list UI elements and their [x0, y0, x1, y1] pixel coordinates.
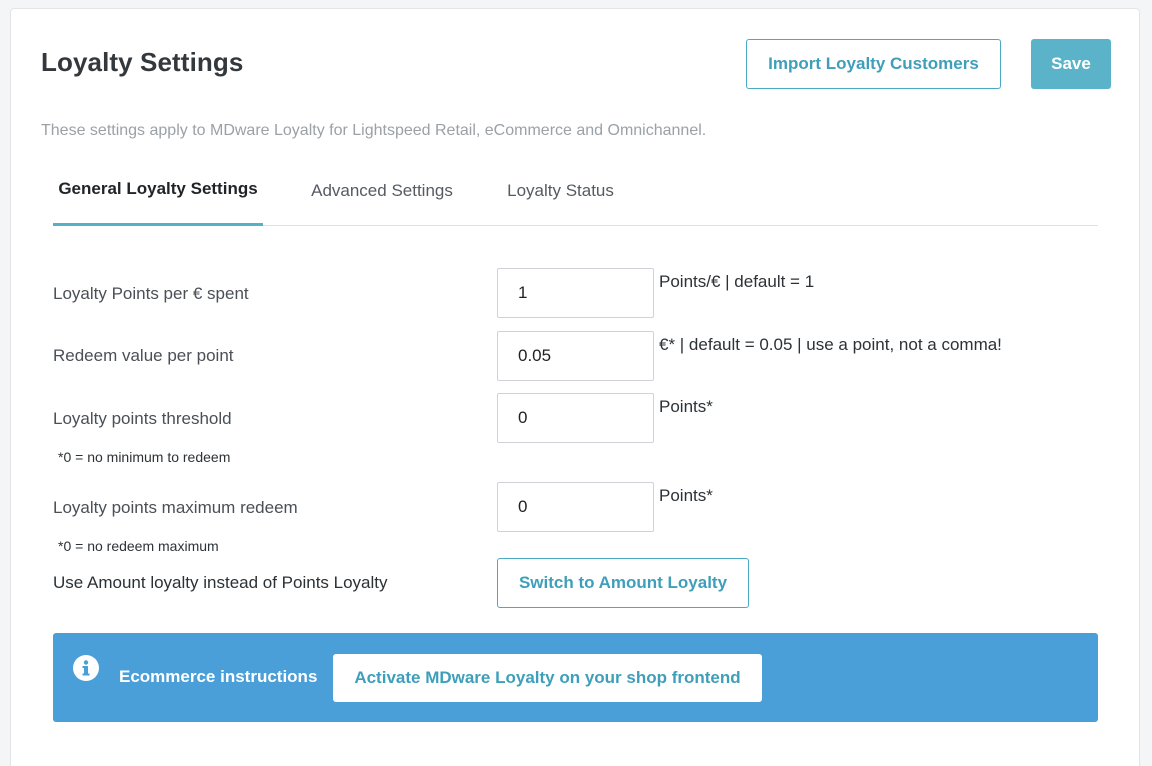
- ecommerce-instructions-banner: Ecommerce instructions Activate MDware L…: [53, 633, 1098, 722]
- points-per-euro-label: Loyalty Points per € spent: [53, 284, 249, 303]
- import-loyalty-customers-button[interactable]: Import Loyalty Customers: [746, 39, 1001, 89]
- redeem-value-hint: €* | default = 0.05 | use a point, not a…: [659, 335, 1002, 354]
- settings-card: Loyalty Settings Import Loyalty Customer…: [10, 8, 1140, 766]
- redeem-value-input[interactable]: [497, 331, 654, 381]
- activate-loyalty-frontend-button[interactable]: Activate MDware Loyalty on your shop fro…: [333, 654, 762, 702]
- points-per-euro-hint: Points/€ | default = 1: [659, 272, 815, 291]
- max-redeem-hint: Points*: [659, 486, 713, 505]
- points-threshold-hint: Points*: [659, 397, 713, 416]
- max-redeem-label: Loyalty points maximum redeem: [53, 498, 298, 517]
- tab-loyalty-status[interactable]: Loyalty Status: [498, 169, 623, 226]
- points-threshold-note: *0 = no minimum to redeem: [58, 449, 231, 465]
- points-threshold-label: Loyalty points threshold: [53, 409, 232, 428]
- max-redeem-input[interactable]: [497, 482, 654, 532]
- points-per-euro-input[interactable]: [497, 268, 654, 318]
- tab-general-loyalty-settings[interactable]: General Loyalty Settings: [53, 169, 263, 226]
- tab-bar: General Loyalty Settings Advanced Settin…: [53, 169, 1098, 226]
- switch-to-amount-loyalty-button[interactable]: Switch to Amount Loyalty: [497, 558, 749, 608]
- page-subtitle: These settings apply to MDware Loyalty f…: [41, 122, 707, 139]
- redeem-value-label: Redeem value per point: [53, 346, 234, 365]
- ecommerce-instructions-label: Ecommerce instructions: [119, 667, 318, 686]
- points-threshold-input[interactable]: [497, 393, 654, 443]
- save-button[interactable]: Save: [1031, 39, 1111, 89]
- amount-loyalty-label: Use Amount loyalty instead of Points Loy…: [53, 573, 388, 592]
- page-title: Loyalty Settings: [41, 47, 244, 77]
- max-redeem-note: *0 = no redeem maximum: [58, 538, 219, 554]
- info-icon: [73, 655, 99, 681]
- tab-advanced-settings[interactable]: Advanced Settings: [298, 169, 466, 226]
